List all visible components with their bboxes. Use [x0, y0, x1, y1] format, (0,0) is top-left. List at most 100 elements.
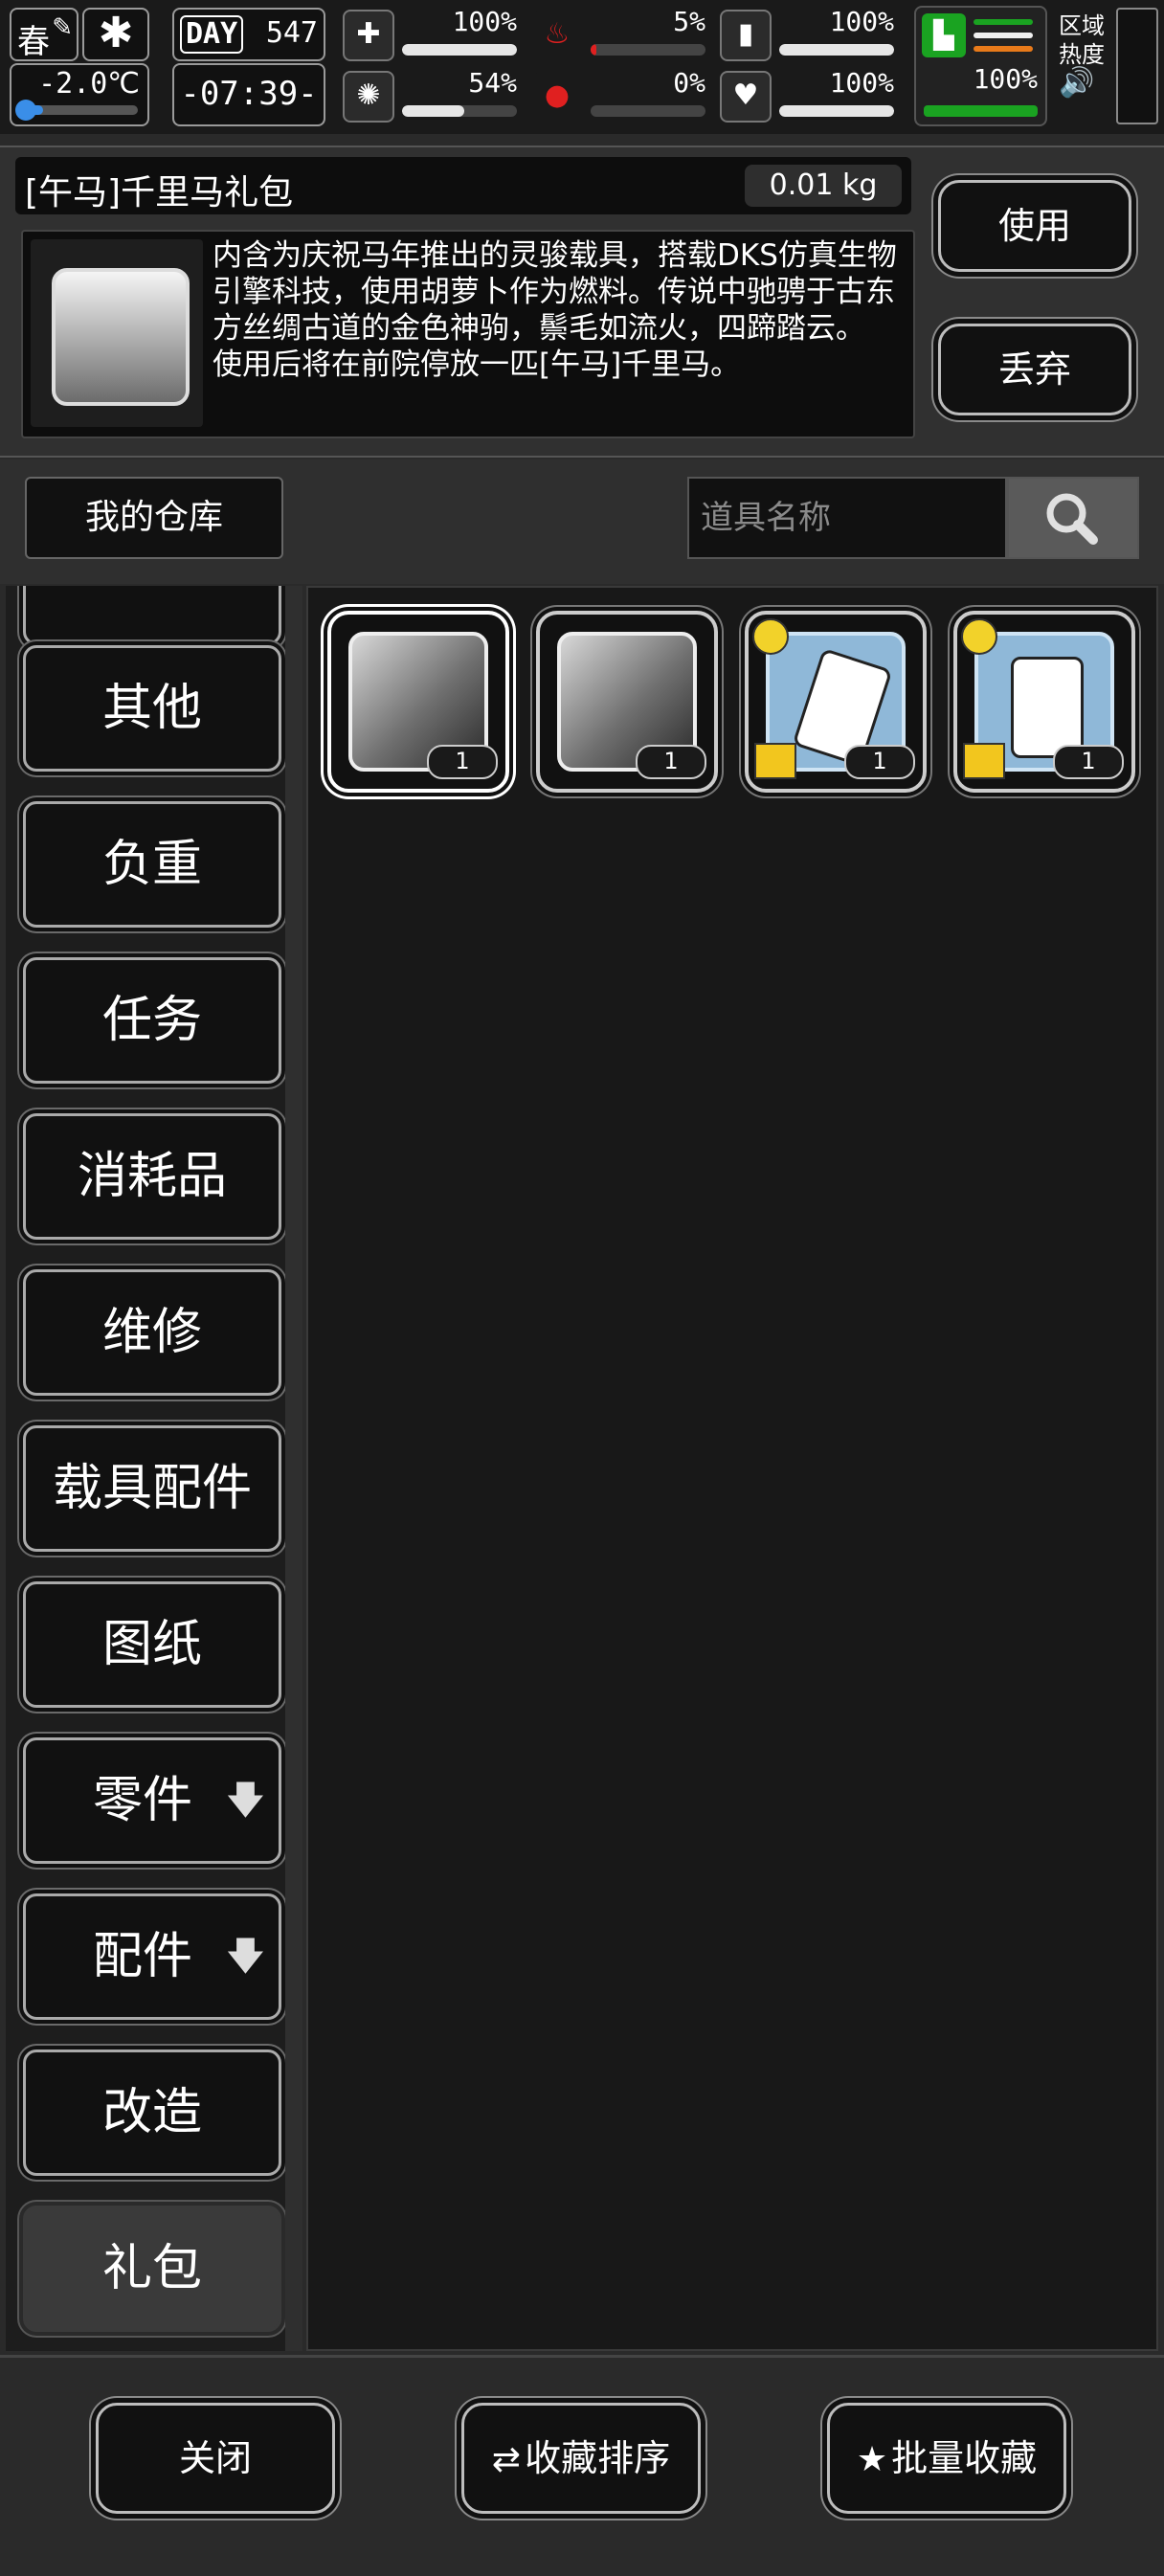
- category-button[interactable]: 改造: [23, 2050, 281, 2176]
- star-icon: ★: [856, 2440, 888, 2479]
- expand-arrow-icon: 🡇: [225, 1935, 265, 1979]
- temperature-value: -2.0℃: [38, 67, 140, 101]
- category-button[interactable]: 消耗品: [23, 1113, 281, 1240]
- stat-medkit: ✚ 100%: [343, 6, 521, 61]
- item-title-bar: [午马]千里马礼包 0.01 kg: [15, 157, 911, 214]
- category-label: 图纸: [101, 1616, 202, 1673]
- batch-favorite-button[interactable]: ★ 批量收藏: [827, 2403, 1066, 2514]
- horse-gift-item[interactable]: 1: [327, 611, 509, 793]
- season-label: 春: [17, 23, 50, 61]
- item-name: [午马]千里马礼包: [25, 173, 294, 213]
- category-button[interactable]: 零件 🡇: [23, 1737, 281, 1864]
- stat-bar: [402, 105, 517, 117]
- game-clock: -07:39-: [172, 63, 325, 126]
- discard-button[interactable]: 丢弃: [938, 324, 1131, 415]
- ribbon-badge-icon: [961, 618, 997, 655]
- category-label: 改造: [101, 2084, 202, 2141]
- item-preview: [31, 239, 203, 427]
- category-button[interactable]: 礼包: [23, 2206, 281, 2332]
- category-button[interactable]: 其他: [23, 645, 281, 772]
- category-label: 任务: [101, 992, 202, 1049]
- item-weight: 0.01 kg: [745, 165, 902, 207]
- stat-bar: [779, 105, 894, 117]
- category-button[interactable]: 任务: [23, 957, 281, 1084]
- zone-heat-bar: [1116, 8, 1158, 124]
- item-description: 内含为庆祝马年推出的灵骏载具，搭载DKS仿真生物引擎科技，使用胡萝卜作为燃料。传…: [213, 237, 907, 383]
- category-button[interactable]: 维修: [23, 1269, 281, 1396]
- brain-icon: ✺: [343, 71, 394, 123]
- stat-bar: [591, 44, 705, 56]
- category-button[interactable]: 图纸: [23, 1581, 281, 1708]
- sort-arrows-icon: ⇄: [491, 2440, 522, 2479]
- category-button[interactable]: 负重: [23, 801, 281, 928]
- category-label: 其他: [101, 680, 202, 737]
- category-list[interactable]: 其他负重任务消耗品维修载具配件图纸零件 🡇 配件 🡇 改造礼包: [6, 586, 301, 2351]
- item-quantity: 1: [844, 745, 915, 779]
- stat-value: 54%: [468, 67, 517, 99]
- item-quantity: 1: [427, 745, 498, 779]
- stat-brain: ✺ 54%: [343, 67, 521, 123]
- stat-blood-drop: ● 0%: [531, 67, 709, 123]
- gift-vest-item[interactable]: 1: [953, 611, 1135, 793]
- category-button[interactable]: 配件 🡇: [23, 1893, 281, 2020]
- category-label: 维修: [101, 1304, 202, 1361]
- close-label: 关闭: [178, 2437, 252, 2479]
- ribbon-badge-icon: [752, 618, 789, 655]
- season-indicator: 春 ✎: [10, 8, 78, 61]
- close-button[interactable]: 关闭: [96, 2403, 335, 2514]
- water-bottle-icon: ▮: [720, 10, 772, 61]
- stamina-line: [974, 19, 1033, 25]
- gift-box-icon: [963, 743, 1005, 779]
- batch-favorite-label: 批量收藏: [891, 2437, 1038, 2479]
- stamina-panel: ▙ 100%: [914, 6, 1047, 126]
- gift-case-item[interactable]: 1: [745, 611, 927, 793]
- day-counter: DAY 547: [172, 8, 325, 61]
- speaker-icon[interactable]: 🔊: [1059, 69, 1108, 98]
- item-grid: 1 1 1 1: [306, 586, 1158, 2351]
- zone-heat-indicator: 区域热度 🔊: [1059, 11, 1108, 98]
- stat-value: 5%: [673, 6, 705, 37]
- stat-value: 100%: [829, 67, 894, 99]
- item-description-box: 内含为庆祝马年推出的灵骏载具，搭载DKS仿真生物引擎科技，使用胡萝卜作为燃料。传…: [21, 230, 915, 438]
- blood-drop-icon: ●: [531, 71, 583, 123]
- warehouse-button[interactable]: 我的仓库: [25, 477, 283, 559]
- expand-arrow-icon: 🡇: [225, 1779, 265, 1823]
- category-label: 礼包: [101, 2240, 202, 2297]
- gift-box-icon: [754, 743, 796, 779]
- category-label: 载具配件: [52, 1460, 252, 1517]
- medkit-icon: ✚: [343, 10, 394, 61]
- use-button[interactable]: 使用: [938, 180, 1131, 272]
- day-label: DAY: [180, 15, 244, 54]
- description-line: 内含为庆祝马年推出的灵骏载具，搭载DKS仿真生物引擎科技，使用胡萝卜作为燃料。传…: [213, 238, 897, 346]
- feather-icon: ✎: [52, 13, 73, 42]
- search-input[interactable]: [687, 477, 1007, 559]
- stat-bar: [591, 105, 705, 117]
- category-label: 配件: [92, 1928, 192, 1985]
- stat-heart: ♥ 100%: [720, 67, 898, 123]
- thermometer-icon: [15, 100, 36, 121]
- item-quantity: 1: [636, 745, 706, 779]
- search-button[interactable]: [1007, 477, 1139, 559]
- stat-bar: [402, 44, 517, 56]
- stat-value: 0%: [673, 67, 705, 99]
- favorite-sort-button[interactable]: ⇄ 收藏排序: [461, 2403, 701, 2514]
- search-icon: [1046, 493, 1098, 545]
- temperature-gauge: [19, 105, 138, 115]
- dark-horse-gift-item[interactable]: 1: [536, 611, 718, 793]
- category-button[interactable]: 载具配件: [23, 1425, 281, 1552]
- stat-bar: [779, 44, 894, 56]
- zone-heat-label: 区域热度: [1059, 12, 1105, 68]
- description-line: 使用后将在前院停放一匹[午马]千里马。: [213, 347, 741, 382]
- stamina-line: [974, 33, 1033, 38]
- stamina-line: [974, 46, 1033, 52]
- snowflake-icon: ✱: [82, 8, 149, 61]
- stomach-icon: ♨: [531, 10, 583, 61]
- stat-value: 100%: [829, 6, 894, 37]
- stat-stomach: ♨ 5%: [531, 6, 709, 61]
- category-hidden[interactable]: [23, 586, 281, 645]
- stat-water-bottle: ▮ 100%: [720, 6, 898, 61]
- category-scrollbar[interactable]: [285, 586, 302, 2351]
- category-label: 消耗品: [77, 1148, 227, 1205]
- category-label: 零件: [92, 1772, 192, 1829]
- heart-icon: ♥: [720, 71, 772, 123]
